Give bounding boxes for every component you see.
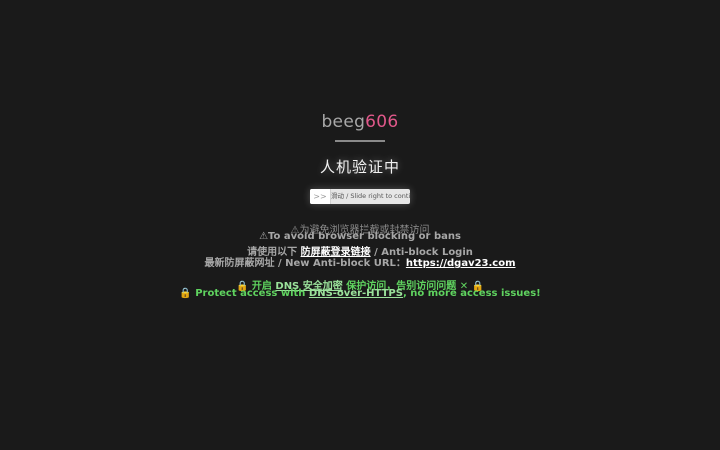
dns-en-prefix: 🔒 Protect access with	[179, 288, 309, 299]
slider-handle-chevron-icon[interactable]: >>	[310, 189, 331, 204]
dns-over-https-link[interactable]: DNS-over-HTTPS	[309, 288, 403, 299]
verification-title: 人机验证中	[319, 158, 400, 176]
brand-number: 606	[365, 112, 399, 132]
notice-line-en: ⚠To avoid browser blocking or bans	[259, 231, 461, 242]
brand-divider	[335, 140, 385, 142]
slider-instruction: 滑动 / Slide right to continue	[331, 192, 410, 200]
page: beeg606 人机验证中 >> 滑动 / Slide right to con…	[0, 0, 720, 450]
dns-line-en: 🔒 Protect access with DNS-over-HTTPS, no…	[0, 288, 720, 299]
new-url-prefix: 最新防屏蔽网址 / New Anti-block URL：	[204, 258, 406, 269]
dns-en-suffix: , no more access issues!	[402, 288, 541, 299]
brand-name: beeg	[321, 112, 366, 132]
slide-verify-track[interactable]: >> 滑动 / Slide right to continue	[310, 189, 410, 204]
new-url-link[interactable]: https://dgav23.com	[406, 258, 516, 269]
new-url-line: 最新防屏蔽网址 / New Anti-block URL：https://dga…	[0, 254, 720, 269]
brand-logo: beeg606	[0, 112, 720, 132]
